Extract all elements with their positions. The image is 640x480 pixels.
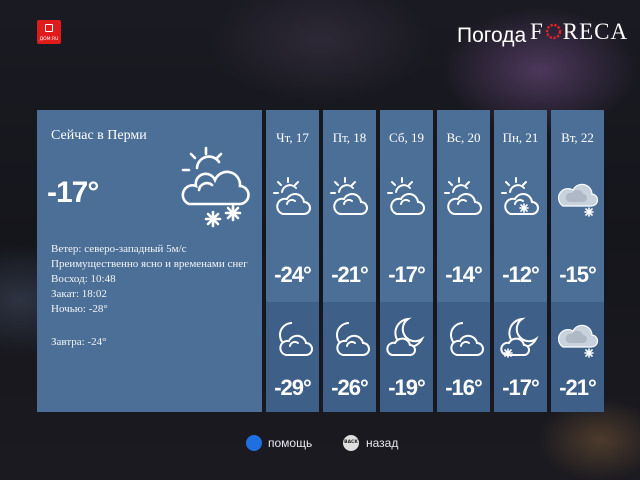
moon-cloud-icon <box>279 322 313 356</box>
foreca-sun-icon <box>545 23 562 40</box>
current-sunset: Закат: 18:02 <box>51 288 107 300</box>
brand-logo: ДОМ.RU <box>37 20 61 44</box>
current-city-label: Сейчас в Перми <box>51 128 147 143</box>
crescent-moon-cloud-icon <box>386 318 423 356</box>
forecast-day-column[interactable]: Сб, 19 -17° -19° <box>380 110 433 412</box>
provider-logo-f: F <box>530 19 544 44</box>
forecast-day-column[interactable]: Чт, 17 -24° -29° <box>266 110 319 412</box>
forecast-day-temp: -12° <box>502 262 540 287</box>
help-button[interactable] <box>246 435 262 451</box>
back-button[interactable]: BACK <box>343 435 359 451</box>
sun-cloud-icon <box>273 177 311 215</box>
sun-cloud-snow-icon <box>501 177 539 215</box>
forecast-day-temp: -14° <box>445 262 483 287</box>
current-wind: Ветер: северо-западный 5м/с <box>51 243 187 255</box>
sun-cloud-icon <box>387 177 425 215</box>
provider-logo: F RECA <box>530 19 628 45</box>
forecast-day-label: Сб, 19 <box>389 130 424 145</box>
forecast-day-column[interactable]: Пн, 21 -12° -17° <box>494 110 547 412</box>
forecast-night-temp: -26° <box>331 375 369 400</box>
forecast-night-temp: -17° <box>502 375 540 400</box>
sun-cloud-icon <box>330 177 368 215</box>
forecast-day-label: Вс, 20 <box>446 130 481 145</box>
back-label[interactable]: назад <box>366 436 398 450</box>
app-title: Погода <box>457 24 527 47</box>
partly-cloudy-snow-icon <box>181 146 250 228</box>
forecast-day-label: Чт, 17 <box>276 130 309 145</box>
forecast-day-column[interactable]: Вт, 22 -15° -21° <box>551 110 604 412</box>
current-temperature: -17° <box>47 176 99 209</box>
forecast-night-temp: -29° <box>274 375 312 400</box>
forecast-day-column[interactable]: Вс, 20 -14° -16° <box>437 110 490 412</box>
moon-cloud-icon <box>450 322 484 356</box>
forecast-night-temp: -21° <box>559 375 597 400</box>
help-label[interactable]: помощь <box>268 436 312 450</box>
current-condition: Преимущественно ясно и временами снег <box>51 258 248 270</box>
forecast-day-temp: -17° <box>388 262 426 287</box>
moon-cloud-icon <box>336 322 370 356</box>
brand-logo-text: ДОМ.RU <box>39 37 59 42</box>
current-night-temp: Ночью: -28° <box>51 303 108 315</box>
forecast-day-temp: -15° <box>559 262 597 287</box>
current-sunrise: Восход: 10:48 <box>51 273 116 285</box>
forecast-day-label: Пн, 21 <box>502 130 539 145</box>
forecast-night-temp: -16° <box>445 375 483 400</box>
forecast-day-label: Вт, 22 <box>561 130 594 145</box>
forecast-day-temp: -21° <box>331 262 369 287</box>
sun-cloud-icon <box>444 177 482 215</box>
provider-logo-rest: RECA <box>562 19 629 44</box>
current-weather-panel: Сейчас в Перми -17° Ветер: северо-западн… <box>37 110 262 412</box>
cloud-snow-icon <box>559 176 597 218</box>
forecast-day-column[interactable]: Пт, 18 -21° -26° <box>323 110 376 412</box>
crescent-moon-cloud-snow-icon <box>500 318 537 358</box>
current-tomorrow-temp: Завтра: -24° <box>51 336 107 348</box>
cloud-snow-icon <box>559 317 597 359</box>
forecast-day-temp: -24° <box>274 262 312 287</box>
forecast-day-label: Пт, 18 <box>332 130 367 145</box>
forecast-night-temp: -19° <box>388 375 426 400</box>
